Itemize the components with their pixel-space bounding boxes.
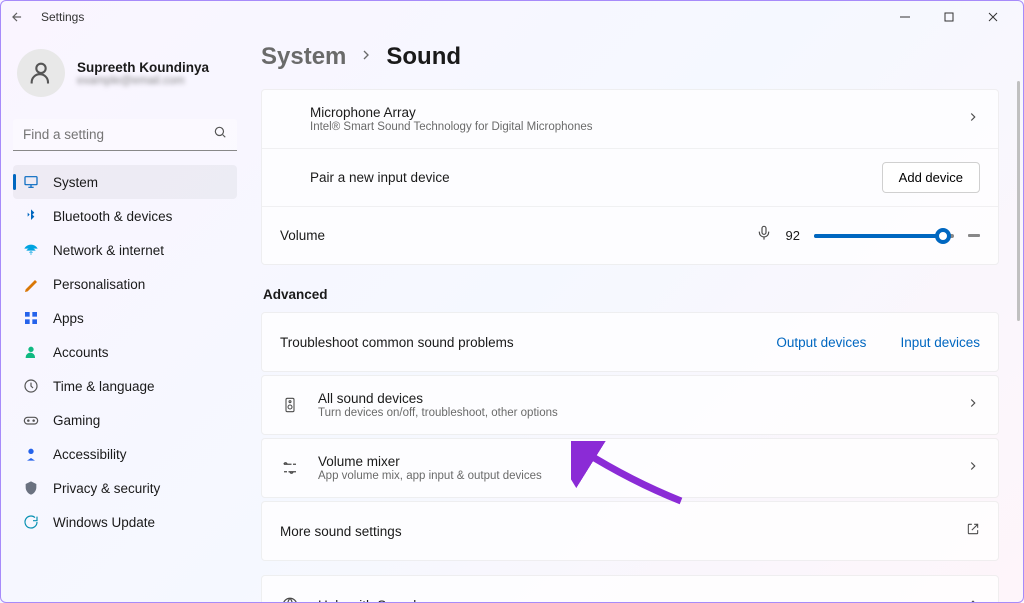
nav-label: Accounts	[53, 345, 109, 360]
sidebar-item-privacy-security[interactable]: Privacy & security	[13, 471, 237, 505]
globe-icon	[280, 596, 300, 602]
breadcrumb-parent[interactable]: System	[261, 43, 346, 71]
all-devices-sub: Turn devices on/off, troubleshoot, other…	[318, 407, 966, 419]
nav-icon	[23, 514, 39, 530]
nav-label: Bluetooth & devices	[53, 209, 172, 224]
more-sound-settings-card[interactable]: More sound settings	[261, 501, 999, 561]
microphone-array-row[interactable]: Microphone Array Intel® Smart Sound Tech…	[262, 90, 998, 148]
profile-block[interactable]: Supreeth Koundinya example@email.com	[13, 41, 237, 113]
breadcrumb-current: Sound	[386, 43, 461, 71]
help-with-sound-card[interactable]: Help with Sound	[261, 575, 999, 602]
profile-email: example@email.com	[77, 75, 209, 87]
back-button[interactable]	[9, 9, 25, 25]
nav-icon	[23, 446, 39, 462]
volume-mixer-row[interactable]: Volume mixer App volume mix, app input &…	[262, 439, 998, 497]
nav-label: Apps	[53, 311, 84, 326]
nav-label: Network & internet	[53, 243, 164, 258]
all-devices-title: All sound devices	[318, 391, 966, 406]
all-sound-devices-row[interactable]: All sound devices Turn devices on/off, t…	[262, 376, 998, 434]
sidebar-item-gaming[interactable]: Gaming	[13, 403, 237, 437]
volume-value: 92	[786, 228, 800, 243]
sidebar-item-personalisation[interactable]: Personalisation	[13, 267, 237, 301]
sidebar-item-windows-update[interactable]: Windows Update	[13, 505, 237, 539]
mixer-title: Volume mixer	[318, 454, 966, 469]
volume-label: Volume	[280, 228, 756, 243]
window-title: Settings	[41, 10, 84, 24]
maximize-button[interactable]	[927, 3, 971, 31]
more-label: More sound settings	[280, 524, 966, 539]
sidebar-item-time-language[interactable]: Time & language	[13, 369, 237, 403]
pair-device-row: Pair a new input device Add device	[262, 148, 998, 206]
speaker-device-icon	[280, 395, 300, 415]
nav-icon	[23, 208, 39, 224]
pair-label: Pair a new input device	[310, 170, 882, 185]
chevron-right-icon	[966, 459, 980, 478]
nav-label: Gaming	[53, 413, 100, 428]
nav-label: System	[53, 175, 98, 190]
sidebar-item-system[interactable]: System	[13, 165, 237, 199]
avatar	[17, 49, 65, 97]
nav-icon	[23, 378, 39, 394]
chevron-right-icon	[966, 396, 980, 415]
mixer-icon	[280, 459, 300, 477]
help-with-sound-row[interactable]: Help with Sound	[262, 576, 998, 602]
breadcrumb: System Sound	[261, 33, 999, 89]
search-input[interactable]	[23, 127, 213, 142]
nav-icon	[23, 242, 39, 258]
search-icon[interactable]	[213, 125, 227, 144]
all-sound-devices-card[interactable]: All sound devices Turn devices on/off, t…	[261, 375, 999, 435]
volume-mixer-card[interactable]: Volume mixer App volume mix, app input &…	[261, 438, 999, 498]
troubleshoot-row: Troubleshoot common sound problems Outpu…	[262, 313, 998, 371]
mute-indicator	[968, 234, 980, 237]
add-device-button[interactable]: Add device	[882, 162, 980, 193]
input-devices-link[interactable]: Input devices	[900, 335, 980, 350]
nav-label: Privacy & security	[53, 481, 160, 496]
chevron-right-icon	[358, 47, 374, 68]
help-label: Help with Sound	[318, 598, 966, 603]
chevron-up-icon	[966, 596, 980, 603]
nav-label: Personalisation	[53, 277, 145, 292]
advanced-heading: Advanced	[263, 287, 999, 302]
profile-name: Supreeth Koundinya	[77, 60, 209, 75]
troubleshoot-label: Troubleshoot common sound problems	[280, 335, 776, 350]
minimize-button[interactable]	[883, 3, 927, 31]
chevron-right-icon	[966, 110, 980, 129]
scrollbar-thumb[interactable]	[1017, 81, 1020, 321]
sidebar: Supreeth Koundinya example@email.com Sys…	[1, 33, 249, 602]
nav-label: Accessibility	[53, 447, 127, 462]
sidebar-item-accounts[interactable]: Accounts	[13, 335, 237, 369]
input-volume-row: Volume 92	[262, 206, 998, 264]
troubleshoot-card: Troubleshoot common sound problems Outpu…	[261, 312, 999, 372]
content-area: System Sound Microphone Array Intel® Sma…	[249, 33, 1023, 602]
volume-slider[interactable]	[814, 234, 954, 238]
sidebar-item-accessibility[interactable]: Accessibility	[13, 437, 237, 471]
nav-icon	[23, 412, 39, 428]
mic-title: Microphone Array	[310, 105, 966, 120]
mixer-sub: App volume mix, app input & output devic…	[318, 470, 966, 482]
nav-list: System Bluetooth & devices Network & inter…	[13, 165, 237, 539]
open-external-icon	[966, 522, 980, 541]
nav-icon	[23, 174, 39, 190]
nav-icon	[23, 480, 39, 496]
microphone-icon[interactable]	[756, 225, 772, 246]
output-devices-link[interactable]: Output devices	[776, 335, 866, 350]
search-box[interactable]	[13, 119, 237, 151]
close-button[interactable]	[971, 3, 1015, 31]
nav-label: Windows Update	[53, 515, 155, 530]
sidebar-item-network-internet[interactable]: Network & internet	[13, 233, 237, 267]
sidebar-item-bluetooth-devices[interactable]: Bluetooth & devices	[13, 199, 237, 233]
nav-icon	[23, 310, 39, 326]
mic-subtitle: Intel® Smart Sound Technology for Digita…	[310, 121, 966, 133]
titlebar: Settings	[1, 1, 1023, 33]
sidebar-item-apps[interactable]: Apps	[13, 301, 237, 335]
nav-icon	[23, 344, 39, 360]
nav-icon	[23, 276, 39, 292]
nav-label: Time & language	[53, 379, 155, 394]
more-sound-settings-row[interactable]: More sound settings	[262, 502, 998, 560]
input-devices-card: Microphone Array Intel® Smart Sound Tech…	[261, 89, 999, 265]
